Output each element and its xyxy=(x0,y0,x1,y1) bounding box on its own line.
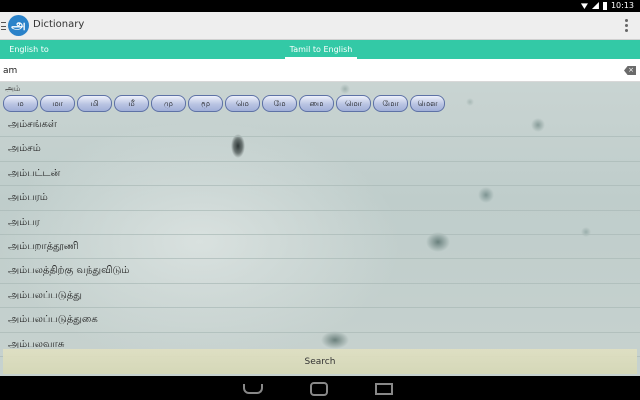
recent-apps-icon[interactable] xyxy=(375,383,393,395)
list-item[interactable]: அம்பறாத்தூணி xyxy=(0,235,640,260)
list-item[interactable]: அம்பரம் xyxy=(0,186,640,211)
action-bar: அ Dictionary xyxy=(0,12,640,40)
list-item[interactable]: அம்பட்டன் xyxy=(0,162,640,187)
signal-icon xyxy=(591,2,599,9)
list-item[interactable]: அம்சம் xyxy=(0,137,640,162)
letter-button[interactable]: ம xyxy=(3,95,38,112)
back-icon[interactable] xyxy=(243,384,263,394)
status-icons: 10:13 xyxy=(580,1,634,10)
letter-bar: ம மா மி மீ மு மூ மெ மே மை மொ மோ மௌ xyxy=(3,95,445,112)
search-button[interactable]: Search xyxy=(3,349,637,374)
drawer-icon[interactable] xyxy=(1,22,6,30)
list-item[interactable]: அம்பலப்படுத்துகை xyxy=(0,308,640,333)
search-input[interactable] xyxy=(3,62,613,79)
wifi-icon xyxy=(580,3,588,9)
results-panel: அம் ம மா மி மீ மு மூ மெ மே மை மொ மோ மௌ அ… xyxy=(0,82,640,376)
letter-button[interactable]: மு xyxy=(151,95,186,112)
list-item[interactable]: அம்சங்கள் xyxy=(0,113,640,138)
clear-icon[interactable]: × xyxy=(624,66,636,75)
letter-button[interactable]: மை xyxy=(299,95,334,112)
letter-button[interactable]: மி xyxy=(77,95,112,112)
status-time: 10:13 xyxy=(610,1,634,10)
status-bar: 10:13 xyxy=(0,0,640,12)
tab-bar: English to Tamil Tamil to English xyxy=(0,40,640,73)
list-item[interactable]: அம்பலத்திற்கு வந்துவிடும் xyxy=(0,259,640,284)
home-icon[interactable] xyxy=(310,382,328,396)
word-list: அம்சங்கள் அம்சம் அம்பட்டன் அம்பரம் அம்பர… xyxy=(0,113,640,357)
tab-english-to-tamil[interactable]: English to Tamil xyxy=(0,40,58,73)
letter-button[interactable]: மொ xyxy=(336,95,371,112)
app-title: Dictionary xyxy=(33,19,85,30)
overflow-menu-icon[interactable] xyxy=(625,19,628,32)
letter-button[interactable]: மூ xyxy=(188,95,223,112)
search-row: × xyxy=(0,59,640,82)
app-logo[interactable]: அ xyxy=(8,15,29,36)
list-item[interactable]: அம்பலப்படுத்து xyxy=(0,284,640,309)
battery-icon xyxy=(602,1,607,10)
letter-button[interactable]: மௌ xyxy=(410,95,445,112)
letter-button[interactable]: மோ xyxy=(373,95,408,112)
list-item[interactable]: அம்பர xyxy=(0,211,640,235)
letter-button[interactable]: மே xyxy=(262,95,297,112)
results-header: அம் xyxy=(5,84,21,93)
letter-button[interactable]: மீ xyxy=(114,95,149,112)
letter-button[interactable]: மெ xyxy=(225,95,260,112)
letter-button[interactable]: மா xyxy=(40,95,75,112)
system-nav-bar xyxy=(0,376,640,400)
